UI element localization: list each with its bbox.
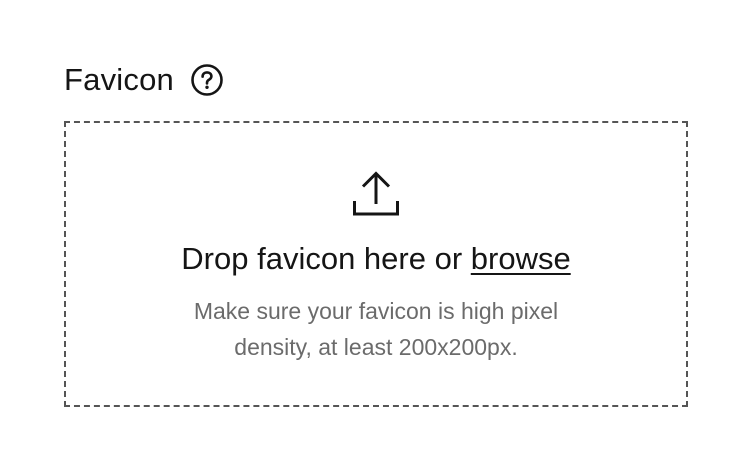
favicon-dropzone[interactable]: Drop favicon here or browse Make sure yo… xyxy=(64,121,688,407)
question-circle-icon-svg xyxy=(191,64,223,96)
dropzone-hint: Make sure your favicon is high pixel den… xyxy=(193,298,559,360)
browse-link[interactable]: browse xyxy=(471,241,571,276)
favicon-field: Favicon Drop favicon here or browse Make… xyxy=(64,60,688,407)
upload-icon-svg xyxy=(353,171,399,216)
favicon-label: Favicon xyxy=(64,62,174,97)
upload-icon xyxy=(352,171,400,217)
dropzone-headline-text: Drop favicon here or xyxy=(181,241,471,276)
favicon-label-row: Favicon xyxy=(64,60,688,100)
dropzone-headline: Drop favicon here or browse xyxy=(181,239,570,279)
question-circle-icon[interactable] xyxy=(190,63,224,97)
